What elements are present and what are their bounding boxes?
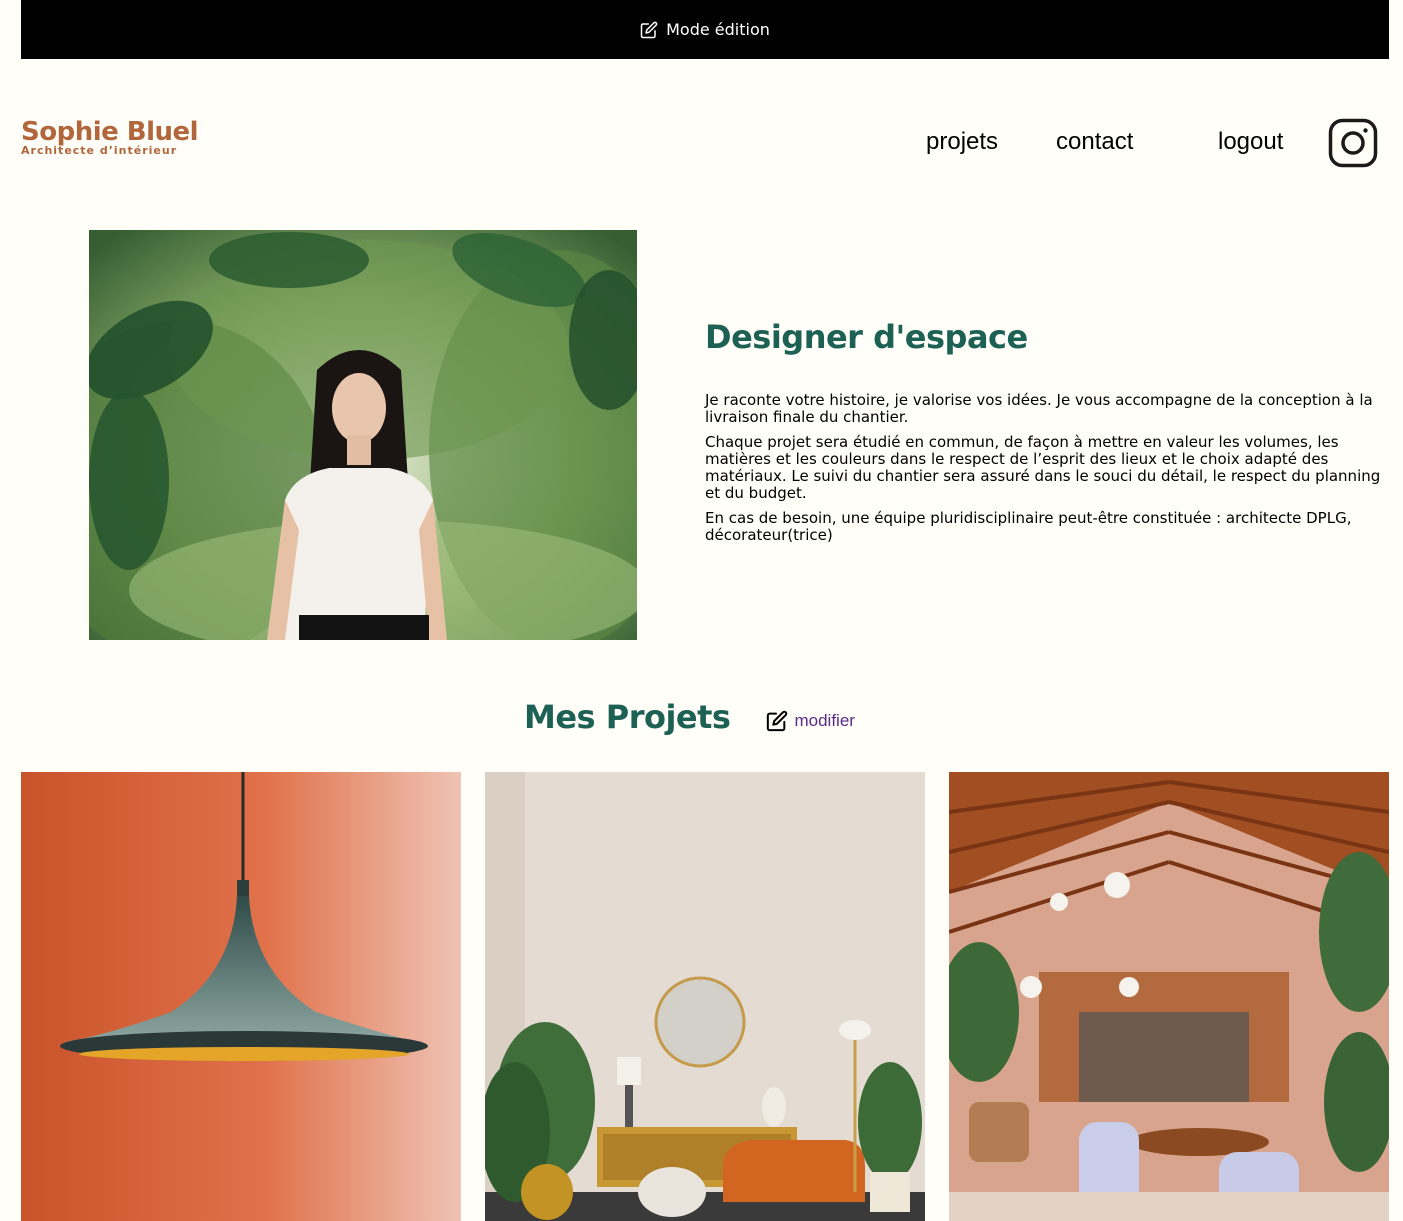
nav-link-logout[interactable]: logout (1218, 128, 1283, 156)
project-image-living-room[interactable] (485, 772, 925, 1221)
logo[interactable]: Sophie Bluel Architecte d’intérieur (21, 117, 199, 157)
intro-paragraph: Chaque projet sera étudié en commun, de … (705, 433, 1381, 502)
projects-header: Mes Projets modifier (524, 698, 855, 736)
project-image-restaurant[interactable] (949, 772, 1389, 1221)
nav-link-projets[interactable]: projets (926, 128, 998, 156)
projects-title: Mes Projets (524, 698, 731, 736)
intro-section: Designer d'espace Je raconte votre histo… (705, 318, 1391, 552)
architect-portrait (89, 230, 637, 640)
logo-title: Sophie Bluel (21, 117, 199, 147)
instagram-icon[interactable] (1328, 118, 1378, 168)
logo-subtitle: Architecte d’intérieur (21, 144, 178, 157)
intro-paragraph: En cas de besoin, une équipe pluridiscip… (705, 509, 1352, 544)
edit-mode-label: Mode édition (666, 20, 770, 39)
edit-mode-bar[interactable]: Mode édition (21, 0, 1389, 59)
project-image-lamp[interactable] (21, 772, 461, 1221)
pen-to-square-icon (640, 21, 658, 38)
pen-to-square-icon (767, 710, 788, 732)
modify-button[interactable]: modifier (766, 710, 855, 732)
nav-link-contact[interactable]: contact (1056, 128, 1133, 156)
intro-title: Designer d'espace (705, 318, 1028, 356)
intro-paragraph: Je raconte votre histoire, je valorise v… (705, 391, 1373, 426)
modify-label: modifier (794, 711, 855, 730)
